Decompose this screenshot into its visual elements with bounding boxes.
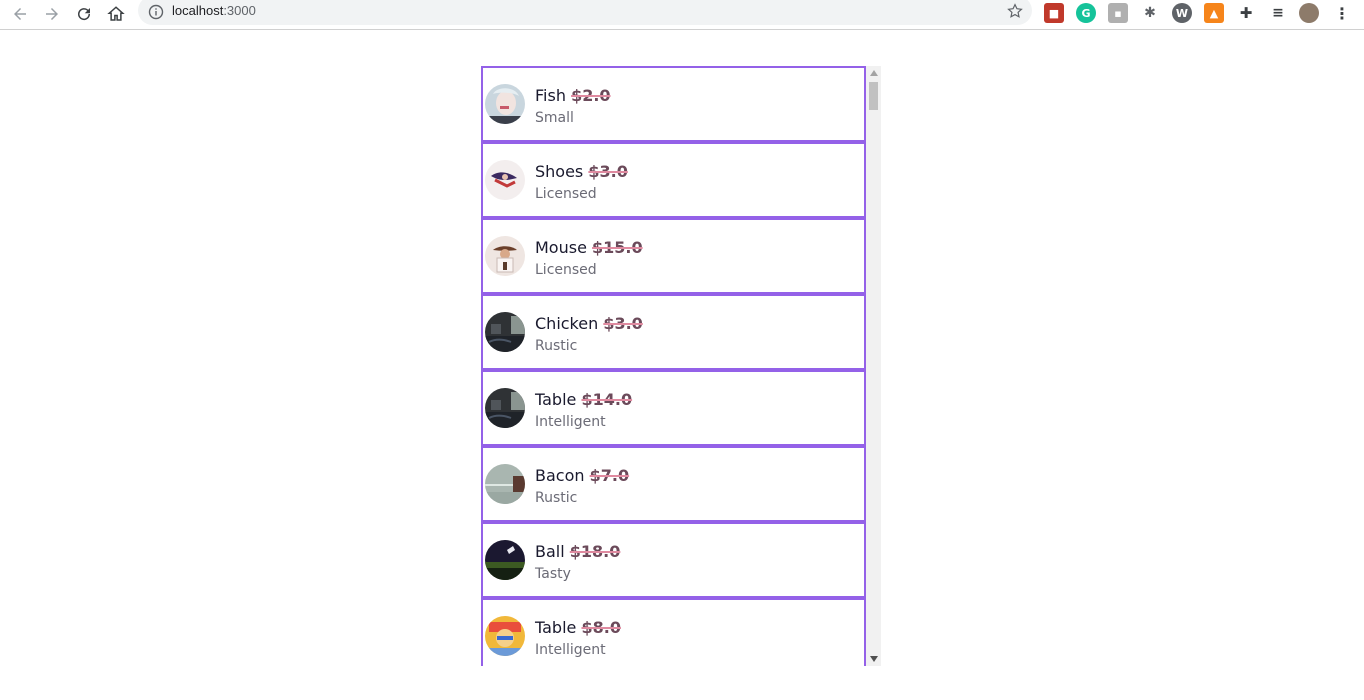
product-material: Licensed [535,186,597,202]
product-price: $7.0 [589,466,630,485]
list-item[interactable]: Table $8.0 Intelligent [481,598,866,666]
product-name: Mouse [535,238,587,257]
metamask-icon[interactable]: ▲ [1204,3,1224,23]
playlist-icon[interactable]: ≡ [1268,3,1288,23]
product-title: Table $14.0 [535,390,632,409]
url-host: localhost [172,3,224,18]
list-item[interactable]: Chicken $3.0 Rustic [481,294,866,370]
product-material: Licensed [535,262,597,278]
bookmark-star-icon[interactable] [1006,2,1024,20]
product-material: Tasty [535,566,571,582]
product-avatar [485,464,525,504]
info-icon[interactable] [148,4,164,20]
grammarly-icon[interactable]: G [1076,3,1096,23]
product-material: Intelligent [535,414,606,430]
product-title: Mouse $15.0 [535,238,643,257]
product-material: Small [535,110,574,126]
product-name: Bacon [535,466,585,485]
product-list-container: Fish $2.0 Small Shoes $3.0 Licensed Mouse $1… [481,66,881,666]
product-price: $2.0 [571,86,611,105]
product-avatar [485,312,525,352]
list-item[interactable]: Shoes $3.0 Licensed [481,142,866,218]
product-price: $14.0 [581,390,633,409]
browser-toolbar: localhost:3000 ■ G ▪ ✱ W ▲ ✚ ≡ ⋮ [0,0,1364,30]
bug-icon[interactable]: ✱ [1140,3,1160,23]
product-title: Ball $18.0 [535,542,620,561]
reload-button[interactable] [72,2,96,26]
product-title: Bacon $7.0 [535,466,629,485]
product-title: Shoes $3.0 [535,162,628,181]
back-button[interactable] [8,2,32,26]
product-title: Chicken $3.0 [535,314,643,333]
home-button[interactable] [104,2,128,26]
product-name: Table [535,390,577,409]
product-title: Fish $2.0 [535,86,611,105]
puzzle-icon[interactable]: ✚ [1236,3,1256,23]
extension-red-icon[interactable]: ■ [1044,3,1064,23]
product-avatar [485,160,525,200]
scrollbar[interactable] [866,66,881,666]
product-price: $15.0 [592,238,643,257]
product-price: $3.0 [603,314,643,333]
url-text: localhost:3000 [172,3,256,18]
forward-button[interactable] [40,2,64,26]
list-item[interactable]: Ball $18.0 Tasty [481,522,866,598]
product-name: Chicken [535,314,599,333]
product-material: Rustic [535,338,578,354]
arrow-left-icon [14,8,26,20]
scroll-up-arrow[interactable] [866,66,881,80]
wordpress-icon[interactable]: W [1172,3,1192,23]
reload-icon [78,8,91,21]
list-item[interactable]: Table $14.0 Intelligent [481,370,866,446]
kebab-menu-icon[interactable]: ⋮ [1332,3,1352,23]
product-name: Fish [535,86,566,105]
profile-avatar[interactable] [1299,3,1319,23]
product-avatar [485,236,525,276]
product-material: Intelligent [535,642,606,658]
product-price: $8.0 [581,618,621,637]
product-name: Table [535,618,577,637]
address-bar[interactable]: localhost:3000 [138,0,1032,25]
list-item[interactable]: Mouse $15.0 Licensed [481,218,866,294]
home-icon [107,6,125,21]
list-item[interactable]: Fish $2.0 Small [481,66,866,142]
product-title: Table $8.0 [535,618,621,637]
product-price: $3.0 [588,162,628,181]
product-name: Ball [535,542,565,561]
list-item[interactable]: Bacon $7.0 Rustic [481,446,866,522]
product-avatar [485,616,525,656]
scroll-down-arrow[interactable] [866,652,881,666]
product-material: Rustic [535,490,578,506]
arrow-right-icon [46,8,58,20]
url-port: :3000 [223,3,256,18]
product-avatar [485,84,525,124]
product-price: $18.0 [569,542,621,561]
extension-gray-icon[interactable]: ▪ [1108,3,1128,23]
product-name: Shoes [535,162,584,181]
product-avatar [485,388,525,428]
scrollbar-thumb[interactable] [869,82,878,110]
product-avatar [485,540,525,580]
product-list[interactable]: Fish $2.0 Small Shoes $3.0 Licensed Mouse $1… [481,66,866,666]
